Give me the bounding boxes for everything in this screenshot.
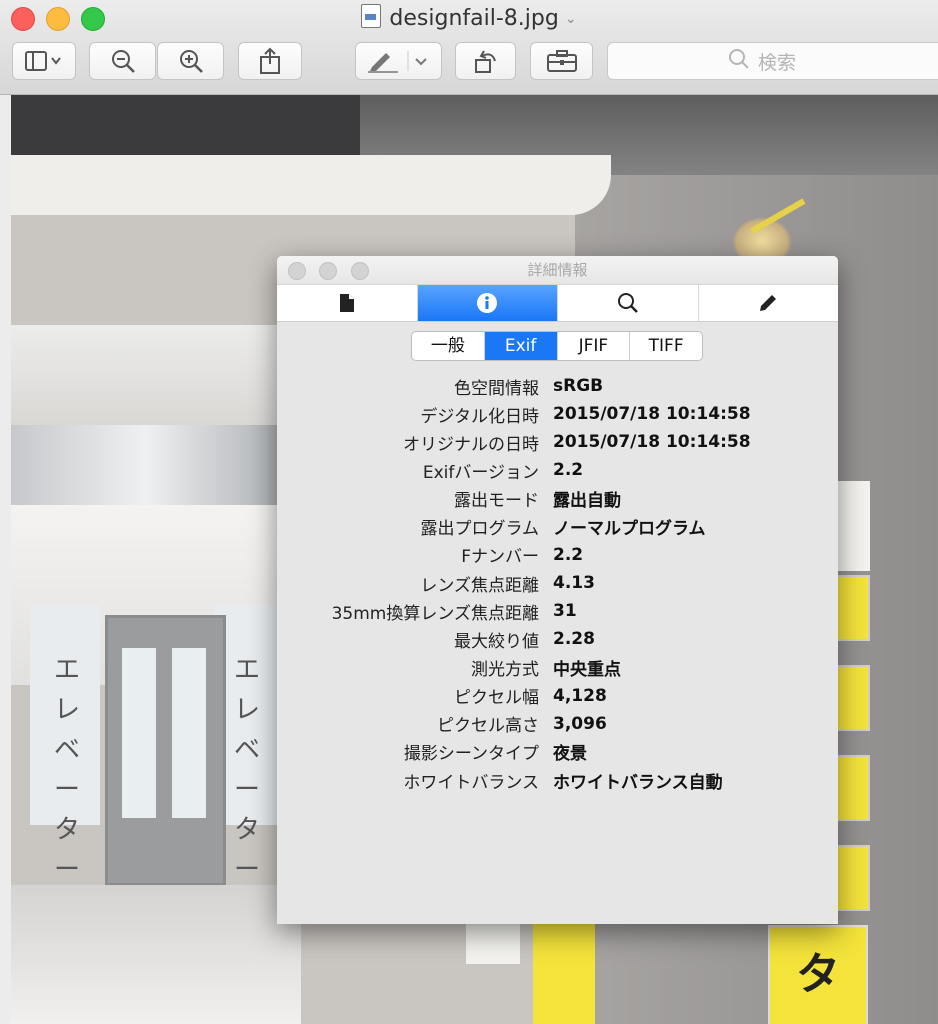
exif-value: 4.13 (553, 573, 595, 594)
share-icon (260, 47, 280, 74)
rotate-button[interactable] (455, 42, 516, 80)
exif-value: 2.2 (553, 544, 584, 565)
exif-row: ピクセル高さ 3,096 (277, 710, 838, 738)
segment-exif[interactable]: Exif (484, 332, 558, 360)
exif-value: 2015/07/18 10:14:58 (553, 432, 751, 453)
sidebar-toggle-button[interactable] (12, 42, 76, 80)
window-title-text: designfail-8.jpg (389, 6, 559, 31)
exif-list: 色空間情報 sRGB デジタル化日時 2015/07/18 10:14:58 オリジナル… (277, 372, 838, 794)
exif-value: 31 (553, 601, 577, 622)
elevator-sign-left: エレベーター (53, 655, 80, 885)
exif-label: ピクセル高さ (437, 716, 539, 737)
window-toolbar: designfail-8.jpg ⌄ 検索 (0, 0, 938, 95)
pencil-icon (760, 295, 777, 311)
exif-label: デジタル化日時 (420, 406, 539, 427)
zoom-out-icon (111, 50, 135, 73)
exif-row: ピクセル幅 4,128 (277, 682, 838, 710)
exif-row: 色空間情報 sRGB (277, 372, 838, 400)
tab-annotations[interactable] (699, 285, 839, 321)
markup-button[interactable] (355, 42, 442, 80)
exif-value: 露出自動 (553, 491, 621, 512)
exif-row: 最大絞り値 2.28 (277, 625, 838, 653)
exif-row: Fナンバー 2.2 (277, 541, 838, 569)
exif-label: ピクセル幅 (454, 688, 539, 709)
inspector-tabs (277, 284, 838, 322)
exif-label: 色空間情報 (454, 378, 539, 399)
exif-value: 2.2 (553, 460, 584, 481)
exif-row: レンズ焦点距離 4.13 (277, 569, 838, 597)
share-button[interactable] (238, 42, 302, 80)
segment-jfif[interactable]: JFIF (558, 332, 631, 360)
document-icon (339, 294, 354, 312)
toolbox-icon (546, 50, 577, 72)
toolbox-button[interactable] (530, 42, 593, 80)
exif-value: 中央重点 (553, 659, 621, 680)
segment-tiff[interactable]: TIFF (630, 332, 702, 360)
exif-value: 2.28 (553, 629, 595, 650)
exif-row: デジタル化日時 2015/07/18 10:14:58 (277, 400, 838, 428)
exif-row: オリジナルの日時 2015/07/18 10:14:58 (277, 428, 838, 456)
inspector-minimize-button[interactable] (319, 262, 337, 280)
inspector-close-button[interactable] (288, 262, 306, 280)
exif-label: 撮影シーンタイプ (403, 744, 539, 765)
exif-value: sRGB (553, 376, 604, 397)
elevator-door (105, 615, 226, 886)
sign-ta: タ (768, 925, 868, 1024)
zoom-in-button[interactable] (157, 42, 224, 80)
search-icon (617, 293, 638, 313)
zoom-out-button[interactable] (89, 42, 156, 80)
exif-value: ノーマルプログラム (553, 519, 706, 540)
exif-value: ホワイトバランス自動 (553, 772, 723, 793)
segment-general[interactable]: 一般 (412, 332, 485, 360)
tab-keywords[interactable] (558, 285, 699, 321)
zoom-in-icon (179, 50, 203, 73)
exif-label: 露出モード (454, 491, 539, 512)
window-title[interactable]: designfail-8.jpg ⌄ (0, 4, 938, 34)
exif-row: 撮影シーンタイプ 夜景 (277, 738, 838, 766)
tab-more-info[interactable] (417, 285, 558, 321)
exif-row: 露出プログラム ノーマルプログラム (277, 513, 838, 541)
exif-row: 露出モード 露出自動 (277, 485, 838, 513)
exif-label: 測光方式 (471, 659, 539, 680)
elevator-sign-right: エレベーター (233, 655, 260, 885)
exif-row: ホワイトバランス ホワイトバランス自動 (277, 766, 838, 794)
search-field[interactable]: 検索 (607, 42, 938, 80)
exif-label: 最大絞り値 (454, 631, 539, 652)
search-placeholder: 検索 (758, 51, 797, 74)
info-icon (477, 293, 498, 313)
rotate-icon (474, 50, 496, 73)
exif-value: 3,096 (553, 713, 607, 734)
exif-label: Fナンバー (461, 547, 539, 568)
inspector-panel: 詳細情報 一般 Exif JFIF TIFF 色空間情報 sRGB デジタル化日時 2… (277, 256, 838, 924)
sidebar-icon (25, 51, 61, 71)
exif-value: 夜景 (553, 744, 587, 765)
exif-row: 測光方式 中央重点 (277, 653, 838, 681)
search-icon (728, 48, 750, 75)
tab-general-info[interactable] (277, 285, 418, 321)
document-icon (361, 4, 382, 28)
exif-value: 2015/07/18 10:14:58 (553, 404, 751, 425)
pen-icon (367, 51, 427, 73)
metadata-segmented-control: 一般 Exif JFIF TIFF (411, 331, 703, 361)
exif-label: レンズ焦点距離 (420, 575, 539, 596)
exif-label: Exifバージョン (422, 462, 539, 483)
exif-label: オリジナルの日時 (403, 434, 539, 455)
exif-label: ホワイトバランス (403, 772, 539, 793)
exif-label: 35mm換算レンズ焦点距離 (331, 603, 539, 624)
exif-label: 露出プログラム (420, 519, 540, 540)
chevron-down-icon: ⌄ (564, 11, 577, 27)
exif-row: 35mm換算レンズ焦点距離 31 (277, 597, 838, 625)
exif-value: 4,128 (553, 685, 607, 706)
exif-row: Exifバージョン 2.2 (277, 456, 838, 484)
inspector-zoom-button[interactable] (351, 262, 369, 280)
